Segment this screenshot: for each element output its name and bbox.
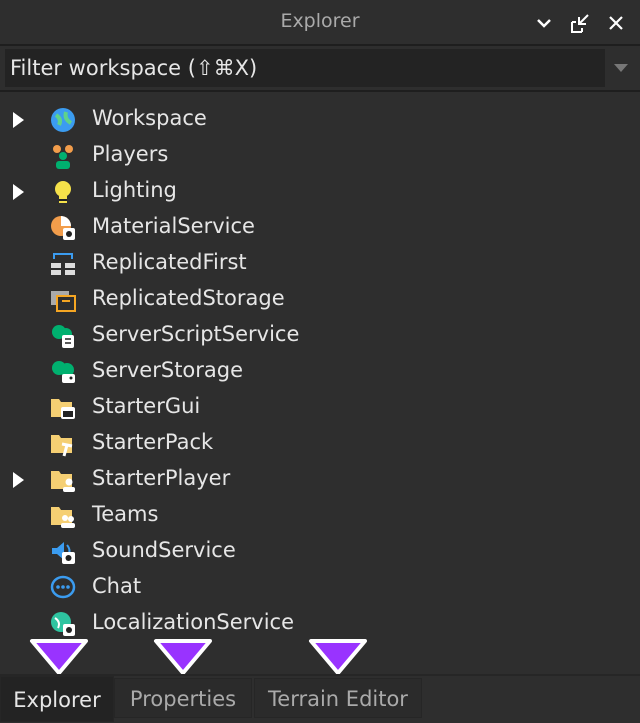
marker-arrow-icon — [309, 639, 367, 675]
starter-pack-icon — [51, 435, 73, 457]
tree-item-starterpack[interactable]: StarterPack — [0, 426, 640, 462]
tree-item-teams[interactable]: Teams — [0, 498, 640, 534]
tree-item-label: LocalizationService — [92, 610, 294, 634]
tree-item-label: Workspace — [92, 106, 207, 130]
replicated-storage-icon — [51, 291, 76, 312]
starter-gui-icon — [51, 399, 75, 419]
expand-arrow-icon[interactable] — [13, 184, 24, 200]
dock-icon[interactable] — [569, 12, 591, 34]
tree-item-starterplayer[interactable]: StarterPlayer — [0, 462, 640, 498]
tree-item-label: StarterPlayer — [92, 466, 231, 490]
tab-properties[interactable]: Properties — [114, 678, 252, 718]
replicated-first-icon — [51, 253, 75, 275]
tree-item-label: Players — [92, 142, 169, 166]
tree-item-soundservice[interactable]: SoundService — [0, 534, 640, 570]
tree-item-label: Chat — [92, 574, 142, 598]
tree-item-workspace[interactable]: Workspace — [0, 102, 640, 138]
tree-item-serverstorage[interactable]: ServerStorage — [0, 354, 640, 390]
close-icon[interactable] — [605, 12, 627, 34]
tree-item-label: Lighting — [92, 178, 177, 202]
teams-icon — [51, 507, 75, 528]
tree-item-label: ReplicatedFirst — [92, 250, 247, 274]
tree-item-lighting[interactable]: Lighting — [0, 174, 640, 210]
sound-service-icon — [52, 542, 75, 564]
tab-bar: Explorer Properties Terrain Editor — [0, 674, 640, 722]
starter-player-icon — [51, 471, 75, 492]
workspace-icon — [51, 108, 75, 132]
tree-item-startergui[interactable]: StarterGui — [0, 390, 640, 426]
tree-item-serverscriptservice[interactable]: ServerScriptService — [0, 318, 640, 354]
localization-service-icon — [51, 612, 75, 636]
tree-item-label: ReplicatedStorage — [92, 286, 285, 310]
tree-item-label: StarterPack — [92, 430, 214, 454]
expand-arrow-icon[interactable] — [13, 112, 24, 128]
tree-item-label: SoundService — [92, 538, 236, 562]
marker-arrow-icon — [30, 639, 88, 675]
server-storage-icon — [52, 361, 75, 383]
tree-item-replicatedfirst[interactable]: ReplicatedFirst — [0, 246, 640, 282]
tree-item-replicatedstorage[interactable]: ReplicatedStorage — [0, 282, 640, 318]
title-bar: Explorer — [0, 0, 640, 46]
chevron-down-icon[interactable] — [533, 12, 555, 34]
filter-input[interactable]: Filter workspace (⇧⌘X) — [5, 49, 605, 87]
tree-item-materialservice[interactable]: MaterialService — [0, 210, 640, 246]
lighting-icon — [55, 181, 71, 203]
material-service-icon — [51, 216, 75, 240]
tree-item-label: ServerStorage — [92, 358, 244, 382]
expand-arrow-icon[interactable] — [13, 472, 24, 488]
tree-item-chat[interactable]: Chat — [0, 570, 640, 606]
tree-item-label: MaterialService — [92, 214, 255, 238]
tree-item-label: ServerScriptService — [92, 322, 300, 346]
tab-terrain-editor[interactable]: Terrain Editor — [254, 678, 422, 718]
players-icon — [53, 145, 73, 169]
tree-item-label: Teams — [92, 502, 159, 526]
server-script-service-icon — [52, 325, 74, 348]
chat-icon — [50, 575, 76, 599]
filter-dropdown-icon[interactable] — [614, 64, 628, 72]
tree-item-players[interactable]: Players — [0, 138, 640, 174]
tree-item-label: StarterGui — [92, 394, 201, 418]
marker-arrow-icon — [154, 639, 212, 675]
filter-bar: Filter workspace (⇧⌘X) — [0, 46, 640, 92]
tab-explorer[interactable]: Explorer — [0, 676, 114, 722]
